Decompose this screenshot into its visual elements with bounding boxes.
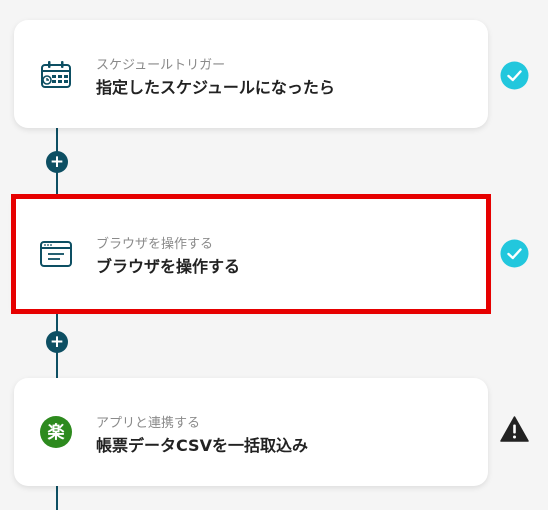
flow-step-card[interactable]: 楽 アプリと連携する 帳票データCSVを一括取込み [14,378,488,486]
step-category: アプリと連携する [96,416,201,431]
check-circle-icon [500,239,529,268]
step-title: 指定したスケジュールになったら [96,78,335,97]
check-circle-icon [500,61,529,90]
app-logo-text: 楽 [48,422,66,443]
flow-connector-line [56,486,58,510]
flow-step-card[interactable]: スケジュールトリガー 指定したスケジュールになったら [14,20,488,128]
step-category: スケジュールトリガー [96,58,226,73]
warning-triangle-icon [500,415,529,444]
step-title: ブラウザを操作する [96,257,241,276]
add-step-button[interactable]: + [46,331,68,353]
rakuten-logo-icon: 楽 [39,415,73,449]
step-category: ブラウザを操作する [96,237,214,252]
browser-window-icon [39,237,73,271]
step-title: 帳票データCSVを一括取込み [96,436,308,455]
add-step-button[interactable]: + [46,151,68,173]
flow-step-card[interactable]: ブラウザを操作する ブラウザを操作する [14,199,488,309]
calendar-clock-icon [39,57,73,91]
